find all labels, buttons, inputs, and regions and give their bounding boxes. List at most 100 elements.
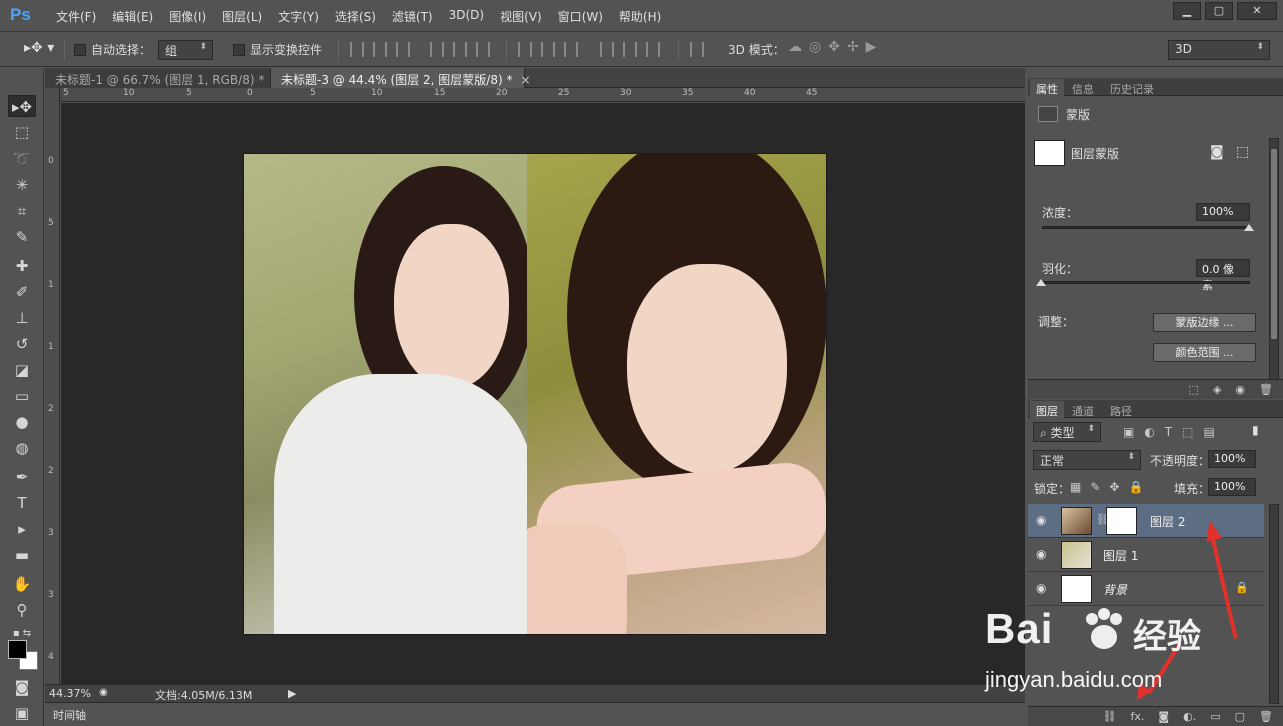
menu-filter[interactable]: 滤镜(T) [384, 8, 441, 25]
restore-icon[interactable]: ▢ [1205, 2, 1233, 20]
density-slider[interactable] [1042, 226, 1250, 229]
menu-view[interactable]: 视图(V) [492, 8, 550, 25]
3d-mode-icons[interactable]: ☁◎✥✢▶ [788, 39, 883, 55]
marquee-tool-icon[interactable]: ⬚ [8, 121, 36, 143]
align-bottom-icon[interactable] [396, 42, 410, 57]
eye-icon[interactable]: ◉ [1036, 581, 1046, 595]
move-tool-icon[interactable]: ▸✥ ▾ [24, 40, 54, 56]
blend-mode-dropdown[interactable]: 正常 ⬍ [1033, 450, 1141, 470]
density-field[interactable]: 100% [1196, 203, 1250, 221]
magic-wand-icon[interactable]: ✳ [8, 174, 36, 196]
layer-row-layer1[interactable]: ◉ 图层 1 [1028, 538, 1264, 572]
properties-scrollbar[interactable] [1269, 138, 1279, 383]
auto-select-checkbox[interactable]: 自动选择： [74, 41, 151, 58]
screen-mode-icon[interactable]: ▣ [8, 702, 36, 724]
feather-knob[interactable] [1036, 279, 1046, 286]
menu-3d[interactable]: 3D(D) [441, 8, 492, 25]
layer-name[interactable]: 图层 1 [1103, 547, 1138, 564]
hand-tool-icon[interactable]: ✋ [8, 573, 36, 595]
layer-filter-dropdown[interactable]: ⌕ 类型 ⬍ [1033, 422, 1101, 442]
scroll-thumb[interactable] [1271, 149, 1277, 339]
align-left-icon[interactable] [430, 42, 444, 57]
layers-scrollbar[interactable] [1269, 504, 1279, 704]
visibility-icon[interactable]: ◉ [1235, 383, 1245, 396]
crop-tool-icon[interactable]: ⌗ [8, 200, 36, 222]
brush-tool-icon[interactable]: ✐ [8, 281, 36, 303]
type-tool-icon[interactable]: T [8, 492, 36, 514]
minimize-icon[interactable]: ▁ [1173, 2, 1201, 20]
timeline-tab[interactable]: 时间轴 [53, 707, 86, 723]
distribute-top-icon[interactable] [518, 42, 532, 57]
add-mask-icon[interactable]: ◙ [1158, 710, 1169, 723]
filter-toggle-icon[interactable]: ▮ [1252, 423, 1259, 437]
tab-properties[interactable]: 属性 [1030, 79, 1064, 99]
eraser-tool-icon[interactable]: ◪ [8, 359, 36, 381]
fx-icon[interactable]: fx. [1131, 710, 1145, 723]
menu-select[interactable]: 选择(S) [327, 8, 384, 25]
tab-doc-1[interactable]: 未标题-1 @ 66.7% (图层 1, RGB/8) *× [45, 68, 282, 88]
tab-doc-3[interactable]: 未标题-3 @ 44.4% (图层 2, 图层蒙版/8) * × [271, 68, 531, 88]
mask-thumbnail[interactable] [1106, 507, 1137, 535]
dodge-tool-icon[interactable]: ◍ [8, 437, 36, 459]
menu-file[interactable]: 文件(F) [48, 8, 104, 25]
workspace-dropdown[interactable]: 3D ⬍ [1168, 40, 1270, 60]
distribute-bottom-icon[interactable] [564, 42, 578, 57]
eyedropper-icon[interactable]: ✎ [8, 226, 36, 248]
fill-field[interactable]: 100% [1208, 478, 1256, 496]
opacity-field[interactable]: 100% [1208, 450, 1256, 468]
eye-icon[interactable]: ◉ [1036, 547, 1046, 561]
eye-icon[interactable]: ◉ [1036, 513, 1046, 527]
select-pixel-mask-icon[interactable]: ◙ [1210, 144, 1224, 160]
align-hcenter-icon[interactable] [453, 42, 467, 57]
quick-mask-icon[interactable]: ◙ [8, 676, 36, 698]
color-swatches[interactable] [8, 640, 40, 672]
new-group-icon[interactable]: ▭ [1210, 710, 1220, 723]
path-select-icon[interactable]: ▸ [8, 518, 36, 540]
canvas-area[interactable] [61, 103, 1025, 684]
zoom-tool-icon[interactable]: ⚲ [8, 599, 36, 621]
distribute-vcenter-icon[interactable] [541, 42, 555, 57]
distribute-left-icon[interactable] [600, 42, 614, 57]
distribute-hcenter-icon[interactable] [623, 42, 637, 57]
menu-edit[interactable]: 编辑(E) [104, 8, 161, 25]
tab-history[interactable]: 历史记录 [1104, 79, 1160, 99]
feather-field[interactable]: 0.0 像素 [1196, 259, 1250, 292]
healing-brush-icon[interactable]: ✚ [8, 255, 36, 277]
foreground-color[interactable] [8, 640, 27, 659]
link-layers-icon[interactable]: ⛓ [1103, 710, 1117, 723]
gradient-tool-icon[interactable]: ▭ [8, 385, 36, 407]
menu-help[interactable]: 帮助(H) [611, 8, 669, 25]
menu-image[interactable]: 图像(I) [161, 8, 214, 25]
align-top-icon[interactable] [350, 42, 364, 57]
apply-mask-icon[interactable]: ◈ [1213, 383, 1221, 396]
density-knob[interactable] [1244, 224, 1254, 231]
clone-stamp-icon[interactable]: ⊥ [8, 307, 36, 329]
align-right-icon[interactable] [476, 42, 490, 57]
filter-icons[interactable]: ▣◐T⬚▤ [1123, 425, 1225, 439]
history-brush-icon[interactable]: ↺ [8, 333, 36, 355]
tab-channels[interactable]: 通道 [1066, 401, 1100, 421]
status-arrow-icon[interactable]: ▶ [288, 687, 296, 700]
blur-tool-icon[interactable]: ● [8, 411, 36, 433]
lasso-tool-icon[interactable]: ➰ [8, 148, 36, 170]
layer-name[interactable]: 背景 [1103, 581, 1127, 598]
zoom-level[interactable]: 44.37% [49, 687, 91, 700]
align-vcenter-icon[interactable] [373, 42, 387, 57]
close-icon[interactable]: ✕ [1237, 2, 1277, 20]
status-menu-icon[interactable]: ◉ [99, 687, 108, 698]
close-tab-icon[interactable]: × [520, 73, 530, 87]
auto-select-dropdown[interactable]: 组 ⬍ [158, 40, 213, 60]
add-vector-mask-icon[interactable]: ⬚ [1236, 144, 1249, 160]
delete-layer-icon[interactable]: 🗑 [1259, 710, 1273, 723]
menu-type[interactable]: 文字(Y) [270, 8, 327, 25]
menu-layer[interactable]: 图层(L) [214, 8, 270, 25]
tab-layers[interactable]: 图层 [1030, 401, 1064, 421]
lock-icons[interactable]: ▦✎✥🔒 [1070, 480, 1152, 494]
menu-window[interactable]: 窗口(W) [550, 8, 611, 25]
color-range-button[interactable]: 颜色范围 ... [1153, 343, 1256, 362]
layer-name[interactable]: 图层 2 [1150, 513, 1185, 530]
distribute-right-icon[interactable] [646, 42, 660, 57]
show-transform-checkbox[interactable]: 显示变换控件 [233, 41, 322, 58]
adjustment-layer-icon[interactable]: ◐. [1183, 710, 1196, 723]
feather-slider[interactable] [1042, 281, 1250, 284]
